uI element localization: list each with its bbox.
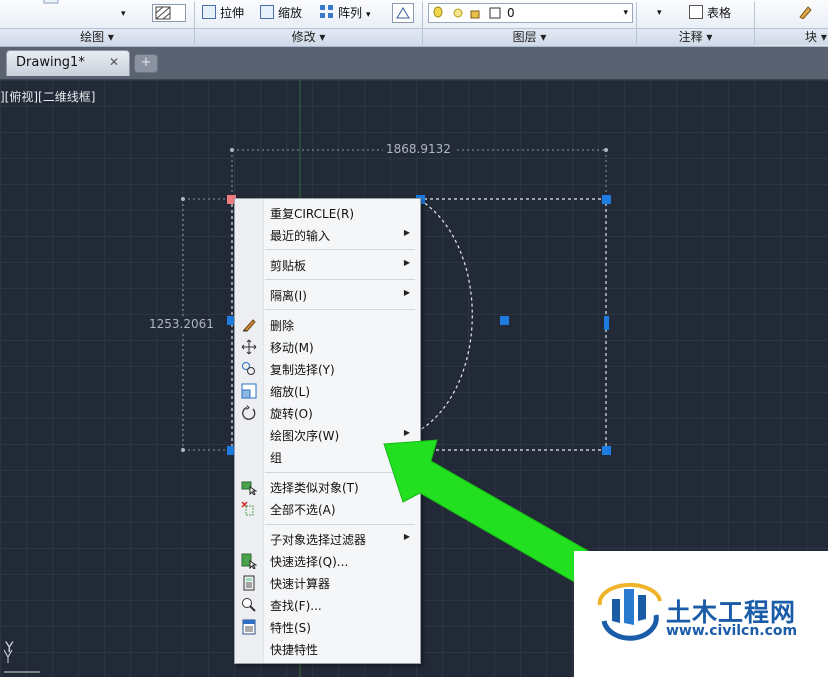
watermark-logo-icon xyxy=(597,582,662,641)
watermark-url: www.civilcn.com xyxy=(666,623,798,639)
watermark: 土木工程网 www.civilcn.com xyxy=(574,551,828,677)
ucs-y-label: Y xyxy=(5,640,14,656)
